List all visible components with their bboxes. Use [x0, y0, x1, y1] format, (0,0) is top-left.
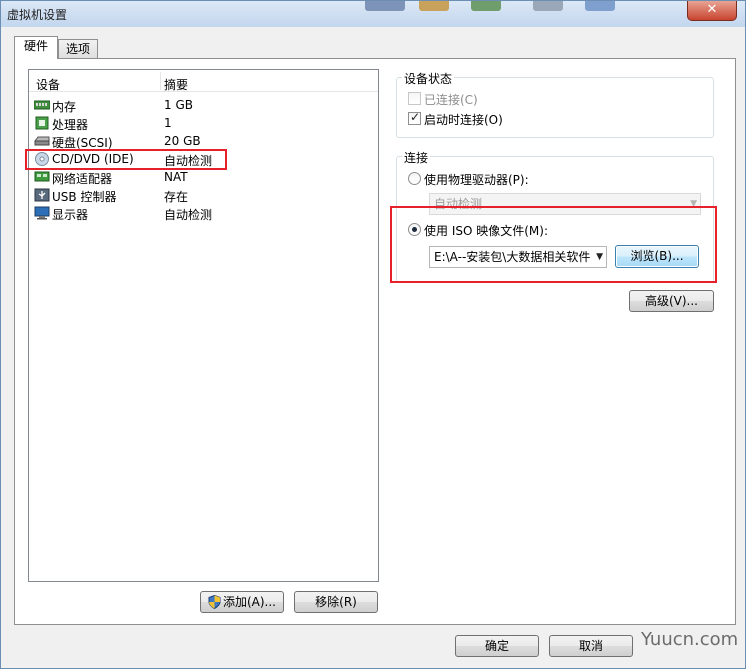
display-icon — [34, 206, 50, 220]
physical-drive-label: 使用物理驱动器(P): — [424, 173, 529, 187]
cancel-button[interactable]: 取消 — [549, 635, 633, 657]
iso-image-label: 使用 ISO 映像文件(M): — [424, 224, 548, 238]
close-icon: ✕ — [706, 2, 718, 17]
close-button[interactable]: ✕ — [687, 1, 737, 21]
background-deco — [471, 1, 501, 11]
device-row-network-adapter[interactable]: 网络适配器 NAT — [29, 168, 378, 186]
background-deco — [365, 1, 405, 11]
uac-shield-icon — [208, 595, 221, 609]
iso-image-radio[interactable] — [408, 223, 421, 236]
device-status-label: 设备状态 — [402, 70, 455, 87]
device-name: USB 控制器 — [52, 190, 117, 204]
dropdown-arrow-icon: ▼ — [593, 247, 603, 267]
device-row-processor[interactable]: 处理器 1 — [29, 114, 378, 132]
background-deco — [533, 1, 563, 11]
window-title: 虚拟机设置 — [7, 8, 68, 22]
connected-checkbox[interactable] — [408, 92, 421, 105]
advanced-button[interactable]: 高级(V)... — [629, 290, 714, 312]
hard-disk-icon — [34, 136, 50, 146]
usb-icon — [34, 188, 50, 202]
connect-at-power-on-checkbox[interactable]: ✓ — [408, 110, 421, 125]
device-summary: 1 GB — [164, 98, 193, 112]
physical-drive-radio[interactable] — [408, 172, 421, 185]
device-summary: 自动检测 — [164, 208, 213, 222]
title-bar[interactable]: 虚拟机设置 ✕ — [1, 1, 745, 27]
device-row-display[interactable]: 显示器 自动检测 — [29, 204, 378, 222]
device-summary: 1 — [164, 116, 172, 130]
device-summary: 存在 — [164, 190, 189, 204]
tab-options[interactable]: 选项 — [58, 39, 98, 60]
column-separator[interactable] — [160, 72, 161, 90]
background-deco — [585, 1, 615, 11]
device-name: 显示器 — [52, 208, 89, 222]
column-summary[interactable]: 摘要 — [164, 76, 188, 93]
device-name: CD/DVD (IDE) — [52, 152, 134, 166]
radio-selected-dot — [412, 227, 417, 232]
remove-button[interactable]: 移除(R) — [294, 591, 378, 613]
device-summary: 自动检测 — [164, 154, 213, 168]
device-name: 网络适配器 — [52, 172, 113, 186]
iso-image-path-value: E:\A--安装包\大数据相关软件 — [434, 250, 591, 264]
watermark: Yuucn.com — [641, 629, 739, 650]
cd-dvd-icon — [35, 152, 49, 166]
iso-image-path-select[interactable]: E:\A--安装包\大数据相关软件 ▼ — [429, 246, 607, 268]
physical-drive-value: 自动检测 — [434, 197, 483, 211]
device-row-cd-dvd[interactable]: CD/DVD (IDE) 自动检测 — [29, 150, 378, 168]
device-row-memory[interactable]: 内存 1 GB — [29, 96, 378, 114]
network-adapter-icon — [34, 171, 50, 182]
device-summary: NAT — [164, 170, 188, 184]
device-name: 处理器 — [52, 118, 89, 132]
add-button-label: 添加(A)... — [222, 595, 277, 609]
add-button[interactable]: 添加(A)... — [200, 591, 284, 613]
device-list[interactable]: 设备 摘要 内存 1 GB 处理器 1 硬盘(SCSI) 20 GB CD/DV… — [28, 69, 379, 582]
memory-icon — [34, 100, 50, 110]
vm-settings-window: 虚拟机设置 ✕ 硬件 选项 设备 摘要 内存 1 GB 处理器 1 硬盘(SCS… — [0, 0, 746, 669]
processor-icon — [35, 116, 49, 130]
browse-button[interactable]: 浏览(B)... — [615, 245, 699, 268]
check-mark-icon: ✓ — [410, 110, 421, 124]
background-deco — [419, 1, 449, 11]
dropdown-arrow-icon: ▼ — [690, 199, 697, 209]
tab-hardware[interactable]: 硬件 — [14, 36, 58, 59]
device-summary: 20 GB — [164, 134, 201, 148]
device-row-hard-disk[interactable]: 硬盘(SCSI) 20 GB — [29, 132, 378, 150]
column-device[interactable]: 设备 — [36, 76, 60, 93]
physical-drive-select[interactable]: 自动检测 ▼ — [429, 193, 701, 215]
ok-button[interactable]: 确定 — [455, 635, 539, 657]
list-header: 设备 摘要 — [29, 70, 378, 92]
connection-label: 连接 — [402, 149, 431, 166]
device-row-usb[interactable]: USB 控制器 存在 — [29, 186, 378, 204]
connect-at-power-on-label: 启动时连接(O) — [424, 113, 503, 127]
connected-label: 已连接(C) — [424, 93, 478, 107]
device-name: 硬盘(SCSI) — [52, 136, 113, 150]
device-name: 内存 — [52, 100, 77, 114]
